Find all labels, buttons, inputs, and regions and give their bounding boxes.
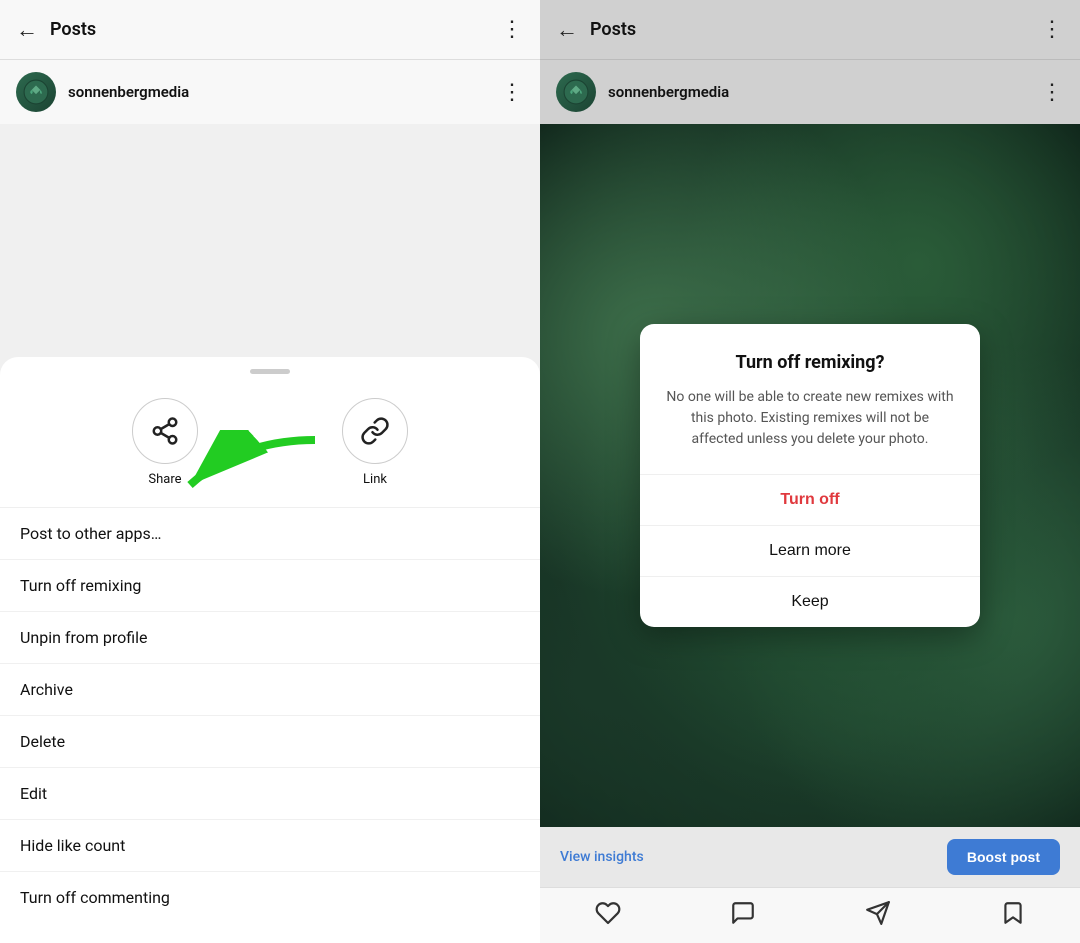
share-item[interactable]: Share <box>132 398 198 487</box>
right-profile-row: sonnenbergmedia ⋮ <box>540 60 1080 124</box>
sheet-handle <box>250 369 290 374</box>
bookmark-icon[interactable] <box>1000 900 1026 932</box>
dialog-body: Turn off remixing? No one will be able t… <box>640 324 980 450</box>
left-more-options-button[interactable]: ⋮ <box>501 17 524 42</box>
left-back-button[interactable]: ← <box>16 17 38 43</box>
sheet-icon-row: Share Link <box>0 390 540 508</box>
menu-item-delete[interactable]: Delete <box>0 716 540 768</box>
keep-button[interactable]: Keep <box>640 577 980 627</box>
boost-post-button[interactable]: Boost post <box>947 839 1060 875</box>
left-profile-more-button[interactable]: ⋮ <box>501 80 524 105</box>
turn-off-remixing-dialog: Turn off remixing? No one will be able t… <box>640 324 980 627</box>
right-top-bar: ← Posts ⋮ <box>540 0 1080 60</box>
share-label: Share <box>148 472 181 487</box>
post-background: Turn off remixing? No one will be able t… <box>540 124 1080 827</box>
right-profile-more-button[interactable]: ⋮ <box>1041 80 1064 105</box>
share-circle <box>132 398 198 464</box>
learn-more-button[interactable]: Learn more <box>640 526 980 577</box>
right-more-options-button[interactable]: ⋮ <box>1041 17 1064 42</box>
left-page-title: Posts <box>50 19 501 40</box>
right-avatar <box>556 72 596 112</box>
left-top-bar: ← Posts ⋮ <box>0 0 540 60</box>
comment-icon[interactable] <box>730 900 756 932</box>
menu-item-edit[interactable]: Edit <box>0 768 540 820</box>
dialog-title: Turn off remixing? <box>664 352 956 373</box>
link-label: Link <box>363 472 387 487</box>
turn-off-button[interactable]: Turn off <box>640 475 980 526</box>
heart-icon[interactable] <box>595 900 621 932</box>
right-page-title: Posts <box>590 19 1041 40</box>
menu-item-post-to-apps[interactable]: Post to other apps… <box>0 508 540 560</box>
dialog-overlay: Turn off remixing? No one will be able t… <box>540 124 1080 827</box>
bottom-sheet: Share Link Post to other apps… Turn off … <box>0 357 540 943</box>
menu-item-hide-like-count[interactable]: Hide like count <box>0 820 540 872</box>
left-username: sonnenbergmedia <box>68 83 501 101</box>
link-item[interactable]: Link <box>342 398 408 487</box>
right-back-button[interactable]: ← <box>556 17 578 43</box>
left-panel: ← Posts ⋮ sonnenbergmedia ⋮ <box>0 0 540 943</box>
menu-item-turn-off-commenting[interactable]: Turn off commenting <box>0 872 540 923</box>
send-icon[interactable] <box>865 900 891 932</box>
menu-item-unpin-profile[interactable]: Unpin from profile <box>0 612 540 664</box>
post-icon-bar <box>540 887 1080 943</box>
bottom-action-bar: View insights Boost post <box>540 827 1080 887</box>
dialog-actions: Turn off Learn more Keep <box>640 474 980 627</box>
dialog-description: No one will be able to create new remixe… <box>664 387 956 450</box>
right-panel: ← Posts ⋮ sonnenbergmedia ⋮ Turn off rem… <box>540 0 1080 943</box>
menu-item-turn-off-remixing[interactable]: Turn off remixing <box>0 560 540 612</box>
link-circle <box>342 398 408 464</box>
left-profile-row: sonnenbergmedia ⋮ <box>0 60 540 124</box>
right-username: sonnenbergmedia <box>608 83 1041 101</box>
menu-item-archive[interactable]: Archive <box>0 664 540 716</box>
left-avatar <box>16 72 56 112</box>
view-insights-link[interactable]: View insights <box>560 849 644 865</box>
